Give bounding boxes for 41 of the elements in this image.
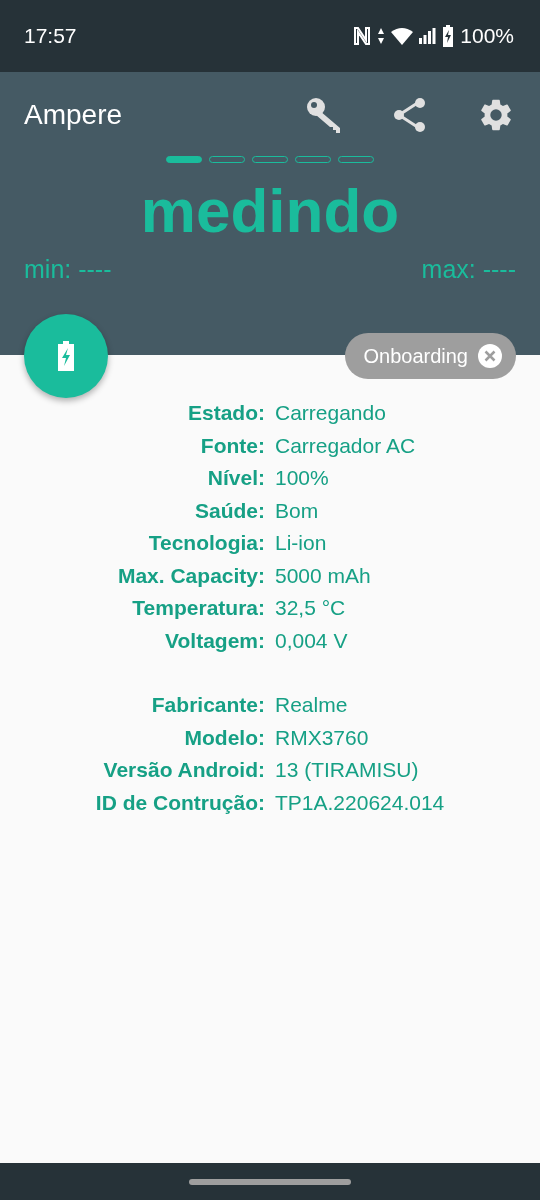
- battery-percent: 100%: [460, 24, 514, 48]
- info-label: Max. Capacity:: [116, 562, 265, 589]
- info-value: Realme: [275, 692, 349, 718]
- info-value: Carregando: [275, 400, 387, 426]
- wifi-icon: [391, 27, 414, 45]
- info-value: 5000 mAh: [275, 562, 372, 589]
- info-value: Li-ion: [275, 530, 328, 556]
- info-value: 0,004 V: [275, 627, 349, 654]
- max-reading: max: ----: [421, 255, 516, 284]
- onboarding-chip[interactable]: Onboarding: [345, 333, 516, 379]
- close-icon[interactable]: [478, 344, 502, 368]
- battery-charging-icon: [442, 25, 455, 47]
- home-handle[interactable]: [189, 1178, 351, 1185]
- signal-icon: [419, 28, 437, 44]
- battery-fab[interactable]: [24, 314, 108, 398]
- nfc-icon: [353, 26, 372, 46]
- info-label: Temperatura:: [131, 595, 265, 621]
- battery-charging-icon: [57, 341, 75, 371]
- info-label: Fabricante:: [150, 692, 265, 718]
- page-indicator[interactable]: [166, 156, 202, 163]
- info-label: Nível:: [206, 465, 265, 491]
- info-value: 32,5 °C: [275, 595, 347, 621]
- info-label: Tecnologia:: [147, 530, 265, 556]
- info-label: Saúde:: [194, 497, 265, 524]
- info-value: TP1A.220624.014: [275, 789, 446, 816]
- reading-value: medindo: [139, 175, 401, 247]
- info-label: Modelo:: [183, 724, 265, 751]
- info-value: 100%: [275, 465, 330, 491]
- status-time: 17:57: [24, 24, 77, 48]
- info-value: 13 (TIRAMISU): [275, 757, 420, 783]
- info-label: Versão Android:: [102, 757, 265, 783]
- min-reading: min: ----: [24, 255, 112, 284]
- info-value: RMX3760: [275, 724, 370, 751]
- info-label: ID de Contrução:: [94, 789, 265, 816]
- info-value: Bom: [275, 497, 320, 524]
- info-label: Fonte:: [199, 432, 265, 459]
- app-title: Ampere: [24, 99, 124, 131]
- info-value: Carregador AC: [275, 432, 417, 459]
- info-label: Voltagem:: [164, 627, 265, 654]
- data-arrows-icon: [377, 27, 386, 45]
- info-label: Estado:: [187, 400, 265, 426]
